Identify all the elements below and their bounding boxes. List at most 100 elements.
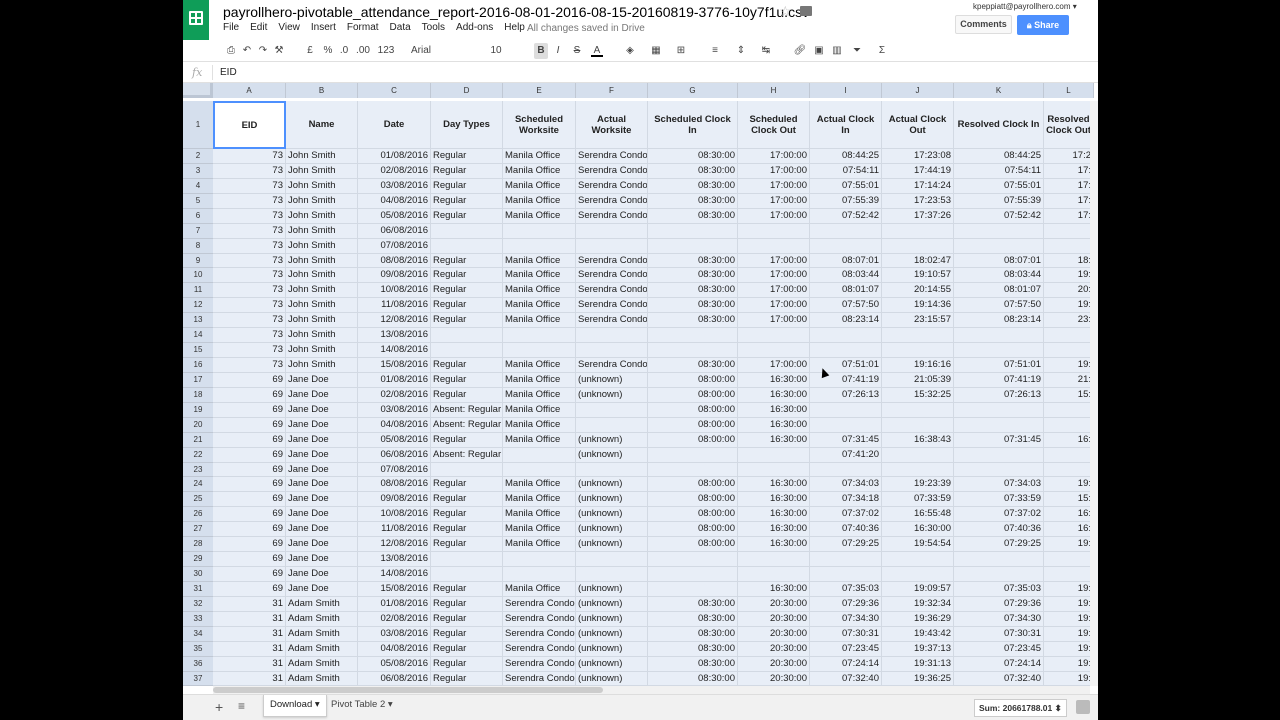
table-cell[interactable]: John Smith <box>286 283 358 299</box>
table-cell[interactable]: 08:07:01 <box>810 253 882 269</box>
table-cell[interactable]: 69 <box>213 507 286 523</box>
table-cell[interactable] <box>882 343 954 358</box>
table-cell[interactable]: 69 <box>213 522 286 538</box>
table-cell[interactable]: 07:31:45 <box>810 432 882 448</box>
table-cell[interactable]: 07:52:42 <box>954 208 1044 224</box>
row-header[interactable]: 24 <box>183 477 213 493</box>
vertical-scrollbar[interactable] <box>1090 101 1098 686</box>
table-cell[interactable]: 17:2 <box>1044 149 1094 164</box>
table-cell[interactable] <box>576 417 648 433</box>
table-cell[interactable]: 07:23:45 <box>954 641 1044 657</box>
redo-icon[interactable]: ↷ <box>257 43 269 59</box>
table-cell[interactable]: 14/08/2016 <box>358 343 431 358</box>
table-cell[interactable] <box>738 343 810 358</box>
table-cell[interactable]: 08:30:00 <box>648 596 738 612</box>
table-cell[interactable]: 02/08/2016 <box>358 611 431 627</box>
table-cell[interactable] <box>503 567 576 582</box>
table-cell[interactable]: John Smith <box>286 358 358 373</box>
table-cell[interactable]: Serendra Condo <box>503 671 576 687</box>
horizontal-align-icon[interactable]: ≡ <box>708 43 722 59</box>
table-cell[interactable]: Adam Smith <box>286 626 358 642</box>
table-cell[interactable]: 16:30:00 <box>738 432 810 448</box>
table-cell[interactable]: Regular <box>431 492 503 508</box>
table-cell[interactable]: 08:44:25 <box>810 149 882 164</box>
table-cell[interactable]: 19: <box>1044 298 1094 314</box>
table-cell[interactable]: 06/08/2016 <box>358 671 431 687</box>
table-cell[interactable]: Manila Office <box>503 193 576 209</box>
table-cell[interactable]: 20:30:00 <box>738 641 810 657</box>
row-header[interactable]: 26 <box>183 507 213 523</box>
fill-color-icon[interactable]: ◈ <box>623 43 637 59</box>
table-cell[interactable]: 73 <box>213 178 286 194</box>
table-cell[interactable]: Serendra Condo <box>576 268 648 284</box>
table-cell[interactable]: 19: <box>1044 671 1094 687</box>
table-cell[interactable]: 17: <box>1044 193 1094 209</box>
table-cell[interactable]: (unknown) <box>576 656 648 672</box>
table-cell[interactable]: Jane Doe <box>286 552 358 568</box>
table-cell[interactable]: Regular <box>431 358 503 373</box>
table-cell[interactable]: 14/08/2016 <box>358 567 431 582</box>
table-cell[interactable]: 07:55:39 <box>810 193 882 209</box>
table-cell[interactable]: 15/08/2016 <box>358 358 431 373</box>
table-cell[interactable]: 21:05:39 <box>882 372 954 388</box>
table-cell[interactable]: 19: <box>1044 641 1094 657</box>
table-cell[interactable]: Manila Office <box>503 268 576 284</box>
table-cell[interactable]: 19: <box>1044 537 1094 553</box>
menu-edit[interactable]: Edit <box>250 22 267 33</box>
table-cell[interactable]: John Smith <box>286 328 358 344</box>
table-cell[interactable] <box>882 567 954 582</box>
row-header[interactable]: 8 <box>183 238 213 254</box>
table-cell[interactable]: Adam Smith <box>286 641 358 657</box>
table-cell[interactable]: Jane Doe <box>286 567 358 582</box>
table-cell[interactable]: 16:30:00 <box>738 492 810 508</box>
table-cell[interactable]: Manila Office <box>503 298 576 314</box>
table-cell[interactable]: 07:41:20 <box>810 447 882 463</box>
folder-icon[interactable] <box>800 6 812 16</box>
table-cell[interactable] <box>576 567 648 582</box>
table-cell[interactable] <box>503 552 576 568</box>
print-icon[interactable]: ⎙ <box>225 43 237 59</box>
table-cell[interactable]: 07:55:01 <box>810 178 882 194</box>
table-cell[interactable]: 18:02:47 <box>882 253 954 269</box>
table-cell[interactable] <box>882 552 954 568</box>
decrease-decimal-button[interactable]: .0 <box>338 43 350 59</box>
table-cell[interactable]: 08:00:00 <box>648 492 738 508</box>
table-cell[interactable]: John Smith <box>286 238 358 254</box>
row-header[interactable]: 33 <box>183 611 213 627</box>
menu-addons[interactable]: Add-ons <box>456 22 493 33</box>
table-cell[interactable]: 17:00:00 <box>738 208 810 224</box>
table-cell[interactable]: (unknown) <box>576 372 648 388</box>
column-header-j[interactable]: J <box>882 83 954 98</box>
table-cell[interactable]: 04/08/2016 <box>358 641 431 657</box>
table-cell[interactable]: 19:09:57 <box>882 581 954 597</box>
table-cell[interactable]: Serendra Condo <box>576 193 648 209</box>
table-cell[interactable] <box>1044 552 1094 568</box>
table-cell[interactable]: 12/08/2016 <box>358 537 431 553</box>
table-cell[interactable]: Adam Smith <box>286 671 358 687</box>
table-cell[interactable] <box>648 223 738 239</box>
table-cell[interactable]: 17:00:00 <box>738 193 810 209</box>
table-cell[interactable]: 07:26:13 <box>810 387 882 403</box>
table-cell[interactable]: 08:30:00 <box>648 149 738 164</box>
table-cell[interactable]: 31 <box>213 596 286 612</box>
table-cell[interactable]: John Smith <box>286 298 358 314</box>
table-cell[interactable]: 07:29:36 <box>954 596 1044 612</box>
table-cell[interactable]: 73 <box>213 268 286 284</box>
row-header[interactable]: 16 <box>183 358 213 373</box>
font-size-select[interactable]: 10 <box>489 43 503 59</box>
table-cell[interactable]: 16:30:00 <box>738 402 810 418</box>
table-cell[interactable]: John Smith <box>286 193 358 209</box>
more-formats-button[interactable]: 123 <box>375 43 397 59</box>
table-cell[interactable]: (unknown) <box>576 492 648 508</box>
table-cell[interactable]: 08:30:00 <box>648 656 738 672</box>
row-header[interactable]: 20 <box>183 417 213 433</box>
row-header[interactable]: 10 <box>183 268 213 284</box>
table-cell[interactable]: 19:32:34 <box>882 596 954 612</box>
table-cell[interactable]: Regular <box>431 313 503 329</box>
table-cell[interactable] <box>810 417 882 433</box>
table-cell[interactable]: (unknown) <box>576 671 648 687</box>
table-cell[interactable]: 17:00:00 <box>738 313 810 329</box>
file-title[interactable]: payrollhero-pivotable_attendance_report-… <box>223 4 809 20</box>
table-cell[interactable]: 17:00:00 <box>738 178 810 194</box>
table-cell[interactable]: 16:30:00 <box>738 387 810 403</box>
